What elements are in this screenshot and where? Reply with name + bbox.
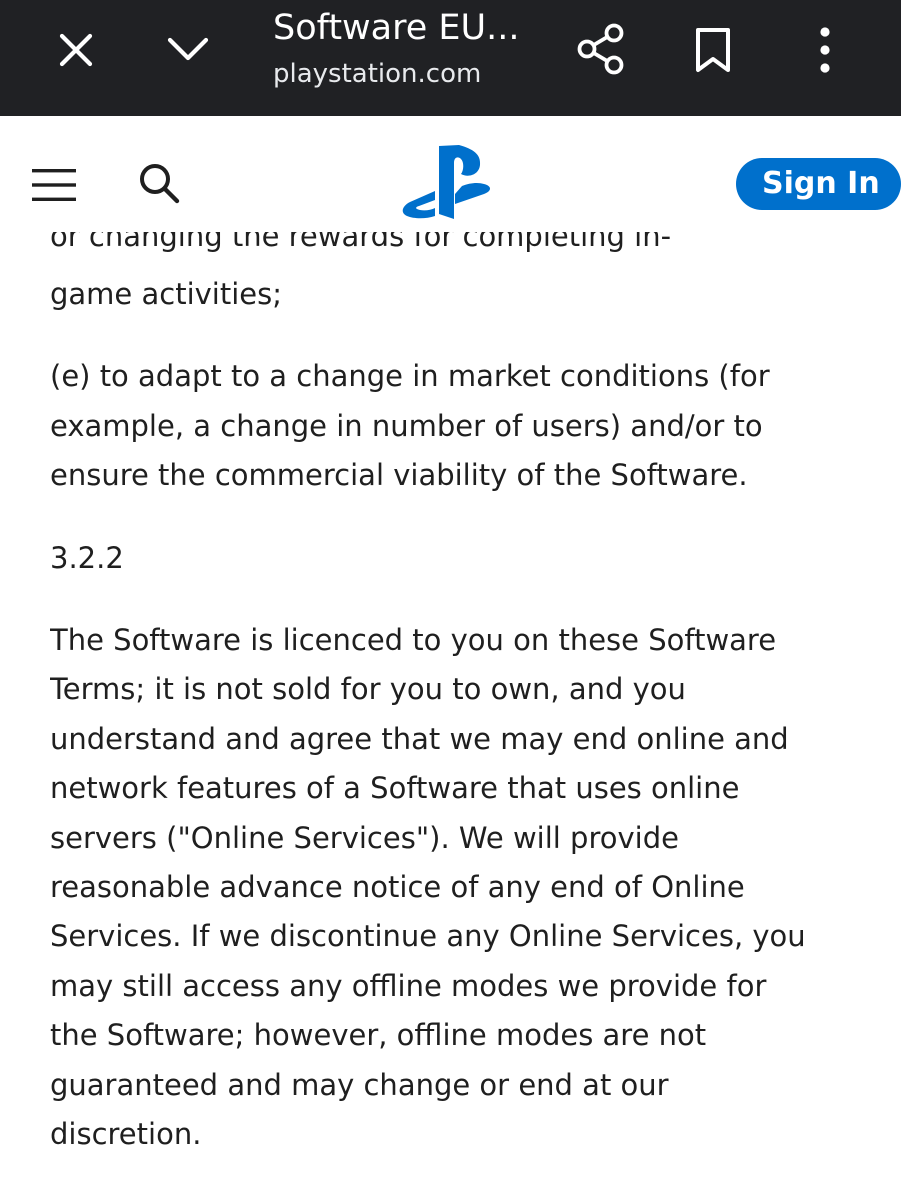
paragraph-line: understand and agree that we may end onl… — [50, 721, 789, 756]
sign-in-button[interactable]: Sign In — [736, 158, 901, 210]
more-vert-icon[interactable] — [810, 24, 840, 76]
paragraph-line: Terms; it is not sold for you to own, an… — [50, 672, 686, 707]
paragraph-line: discretion. — [50, 1117, 202, 1152]
paragraph-e: (e) to adapt to a change in market condi… — [50, 352, 850, 500]
chevron-down-icon[interactable] — [164, 28, 212, 68]
paragraph-d-tail: game activities; — [50, 277, 282, 311]
bookmark-icon[interactable] — [692, 26, 734, 74]
page-title[interactable]: Software EU... — [273, 6, 520, 50]
paragraph-line: reasonable advance notice of any end of … — [50, 870, 745, 905]
paragraph-line: ensure the commercial viability of the S… — [50, 458, 748, 493]
paragraph-line: may still access any offline modes we pr… — [50, 968, 767, 1003]
partial-line: or changing the rewards for completing i… — [50, 232, 672, 253]
paragraph-line: The Software is licenced to you on these… — [50, 623, 777, 658]
paragraph-line: the Software; however, offline modes are… — [50, 1018, 707, 1053]
share-icon[interactable] — [574, 22, 628, 76]
paragraph-line: Services. If we discontinue any Online S… — [50, 919, 806, 954]
paragraph-line: guaranteed and may change or end at our — [50, 1067, 669, 1102]
playstation-logo[interactable] — [402, 144, 500, 220]
search-icon[interactable] — [136, 160, 184, 208]
paragraph-line: servers ("Online Services"). We will pro… — [50, 820, 679, 855]
section-number: 3.2.2 — [50, 540, 124, 575]
paragraph-line: (e) to adapt to a change in market condi… — [50, 359, 770, 394]
browser-custom-tab-bar: Software EU... playstation.com — [0, 0, 901, 116]
close-icon[interactable] — [56, 30, 96, 70]
hamburger-menu-icon[interactable] — [32, 166, 76, 204]
terms-content: or changing the rewards for completing i… — [50, 232, 850, 1200]
paragraph-line: example, a change in number of users) an… — [50, 408, 763, 443]
paragraph-3-2-2: The Software is licenced to you on these… — [50, 616, 850, 1159]
paragraph-line: network features of a Software that uses… — [50, 771, 740, 806]
page-url[interactable]: playstation.com — [273, 56, 481, 92]
